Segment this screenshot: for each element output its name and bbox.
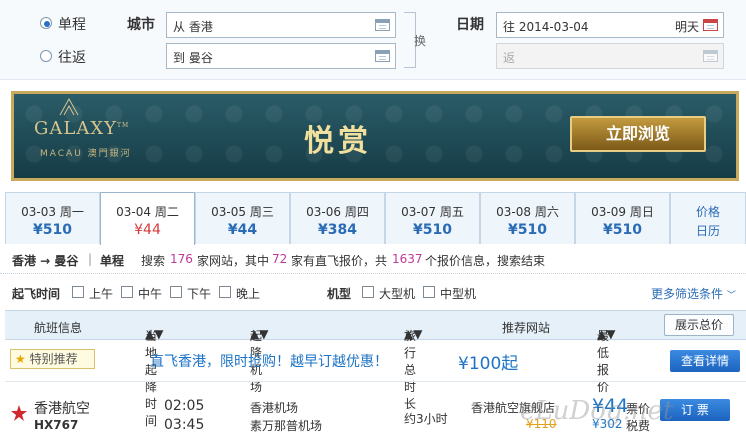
date-tab-0308[interactable]: 03-08 周六 ¥510	[480, 192, 575, 244]
date-tab-0309[interactable]: 03-09 周日 ¥510	[575, 192, 670, 244]
sort-icon: ▲▼	[597, 327, 616, 341]
direct-count: 72	[272, 252, 288, 266]
trip-type: 单程	[100, 254, 125, 268]
price-calendar-tab[interactable]: 价格 日历	[670, 192, 746, 244]
depart-time-filter-label: 起飞时间	[12, 287, 61, 301]
calendar-icon[interactable]	[703, 50, 718, 62]
large-aircraft-checkbox[interactable]	[362, 286, 374, 298]
date-tab-0303[interactable]: 03-03 周一 ¥510	[5, 192, 100, 244]
noon-checkbox[interactable]	[121, 286, 133, 298]
route-summary: 香港 → 曼谷 | 单程 搜索 176 家网站，其中 72 家有直飞报价，共 1…	[0, 244, 746, 274]
arrival-airport: 素万那普机场	[250, 419, 323, 433]
flight-number: HX767	[34, 418, 79, 432]
city-list-icon[interactable]	[375, 19, 390, 31]
promo-row: ★ 特别推荐 直飞香港，限时抢购！越早订越优惠！ ¥100起 查看详情	[5, 340, 746, 382]
date-tab-0306[interactable]: 03-06 周四 ¥384	[290, 192, 385, 244]
date-tab-0305[interactable]: 03-05 周三 ¥44	[195, 192, 290, 244]
view-details-button[interactable]: 查看详情	[670, 350, 740, 372]
more-filters-link[interactable]: 更多筛选条件 ﹀	[651, 285, 736, 302]
site-count: 176	[170, 252, 193, 266]
col-flight: 航班信息	[34, 321, 83, 335]
galaxy-logo-sub: MACAU 澳門銀河	[40, 149, 132, 159]
date-price-tabs: 03-03 周一 ¥510 03-04 周二 ¥44 03-05 周三 ¥44 03-…	[5, 192, 746, 245]
city-label: 城市	[127, 17, 155, 33]
depart-weekday: 明天	[674, 20, 699, 34]
banner-browse-button[interactable]: 立即浏览	[570, 116, 706, 152]
from-city-input[interactable]: 从 香港	[166, 12, 396, 38]
promo-text[interactable]: 直飞香港，限时抢购！越早订越优惠！	[150, 351, 388, 371]
galaxy-crown-icon	[59, 98, 79, 116]
roundtrip-radio[interactable]	[40, 50, 52, 62]
calendar-icon[interactable]	[703, 19, 718, 31]
search-form: 单程 往返 城市 从 香港 到 曼谷 换 日期 往 2014-03-04 明天 …	[0, 0, 746, 80]
quote-count: 1637	[392, 252, 423, 266]
aircraft-type-filter-label: 机型	[327, 287, 352, 301]
roundtrip-label[interactable]: 往返	[58, 47, 86, 67]
airline-name[interactable]: 香港航空	[34, 398, 90, 418]
promo-price: ¥100起	[458, 354, 519, 374]
filter-bar: 起飞时间 上午 中午 下午 晚上 机型 大型机 中型机 更多筛选条件 ﹀	[12, 285, 736, 302]
date-tab-0304[interactable]: 03-04 周二 ¥44	[100, 192, 195, 245]
swap-cities-button[interactable]: 换	[400, 12, 438, 68]
chevron-down-icon: ﹀	[726, 291, 736, 301]
banner-headline: 悦赏	[304, 124, 372, 159]
city-list-icon[interactable]	[375, 50, 390, 62]
morning-checkbox[interactable]	[72, 286, 84, 298]
oneway-label[interactable]: 单程	[58, 14, 86, 34]
show-total-price-button[interactable]: 展示总价	[664, 314, 734, 336]
sort-icon: ▲▼	[145, 327, 164, 341]
flight-duration: 约3小时	[404, 412, 448, 426]
return-date-input[interactable]: 返	[496, 43, 724, 69]
sort-icon: ▲▼	[250, 327, 269, 341]
medium-aircraft-checkbox[interactable]	[423, 286, 435, 298]
special-recommend-tag: ★ 特别推荐	[10, 349, 95, 369]
results-column-header: 航班信息 当地起降时间 ▲▼ 起降机场 ▲▼ 旅行总时长 ▲▼ 推荐网站 最低报…	[5, 310, 746, 428]
date-tab-0307[interactable]: 03-07 周五 ¥510	[385, 192, 480, 244]
col-site: 推荐网站	[502, 321, 551, 335]
afternoon-checkbox[interactable]	[170, 286, 182, 298]
galaxy-ad-banner[interactable]: GALAXYTM MACAU 澳門銀河 悦赏 立即浏览	[11, 91, 739, 181]
star-icon: ★	[15, 352, 26, 366]
sort-icon: ▲▼	[404, 327, 423, 341]
hong-kong-airlines-logo-icon	[11, 405, 27, 421]
date-label: 日期	[456, 17, 484, 33]
oneway-radio[interactable]	[40, 17, 52, 29]
depart-date-input[interactable]: 往 2014-03-04 明天	[496, 12, 724, 38]
to-city-input[interactable]: 到 曼谷	[166, 43, 396, 69]
galaxy-logo: GALAXYTM	[34, 118, 130, 139]
departure-time: 02:05	[164, 398, 205, 414]
departure-airport: 香港机场	[250, 401, 299, 415]
route-name: 香港 → 曼谷	[12, 254, 79, 268]
evening-checkbox[interactable]	[219, 286, 231, 298]
arrival-time: 03:45	[164, 417, 205, 433]
watermark: eLuDog.net	[520, 396, 674, 426]
